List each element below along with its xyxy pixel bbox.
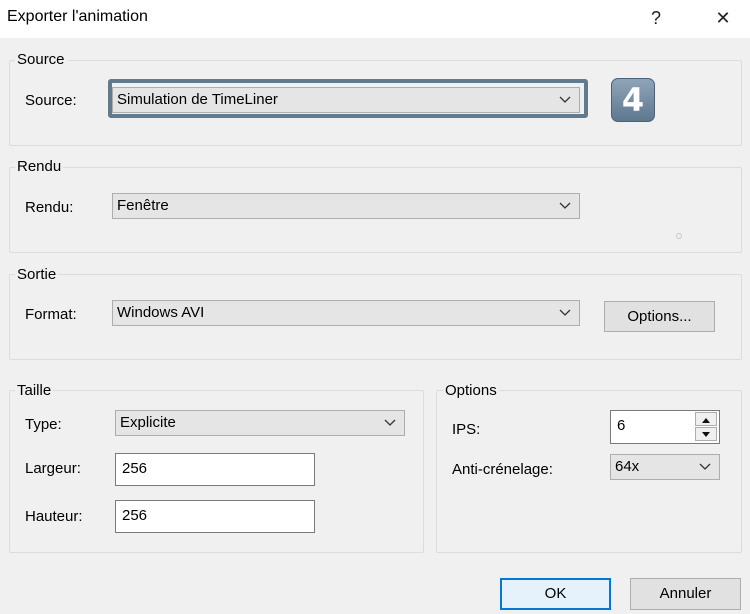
ips-decrement-button[interactable] xyxy=(695,427,717,441)
ips-value: 6 xyxy=(617,417,626,434)
dialog-body: Source Source: Simulation de TimeLiner 4… xyxy=(0,38,750,614)
anti-crenelage-label: Anti-crénelage: xyxy=(452,461,553,478)
hauteur-input[interactable]: 256 xyxy=(115,500,315,533)
options-group-label: Options xyxy=(443,382,499,399)
options-button[interactable]: Options... xyxy=(604,301,715,332)
chevron-down-icon xyxy=(559,202,571,209)
ips-label: IPS: xyxy=(452,421,481,438)
step-badge: 4 xyxy=(611,78,655,122)
type-label: Type: xyxy=(25,416,62,433)
window-title: Exporter l'animation xyxy=(7,8,148,25)
decorative-dot xyxy=(676,233,682,239)
format-dropdown[interactable]: Windows AVI xyxy=(112,300,580,326)
source-label: Source: xyxy=(25,92,77,109)
chevron-down-icon xyxy=(384,419,396,426)
chevron-down-icon xyxy=(559,309,571,316)
hauteur-label: Hauteur: xyxy=(25,508,83,525)
chevron-down-icon xyxy=(699,463,711,470)
format-value: Windows AVI xyxy=(117,304,205,321)
ips-increment-button[interactable] xyxy=(695,412,717,426)
title-bar: Exporter l'animation ? ✕ xyxy=(0,0,750,38)
close-button[interactable]: ✕ xyxy=(708,6,738,30)
largeur-value: 256 xyxy=(122,460,148,477)
anti-crenelage-dropdown[interactable]: 64x xyxy=(610,454,720,480)
chevron-down-icon xyxy=(559,96,571,103)
rendu-dropdown[interactable]: Fenêtre xyxy=(112,193,580,219)
hauteur-value: 256 xyxy=(122,507,148,524)
source-dropdown[interactable]: Simulation de TimeLiner xyxy=(112,87,580,113)
arrow-down-icon xyxy=(702,432,710,437)
arrow-up-icon xyxy=(702,418,710,423)
largeur-label: Largeur: xyxy=(25,460,81,477)
source-value: Simulation de TimeLiner xyxy=(117,91,278,108)
anti-crenelage-value: 64x xyxy=(615,458,640,475)
format-label: Format: xyxy=(25,306,77,323)
rendu-value: Fenêtre xyxy=(117,197,169,214)
type-value: Explicite xyxy=(120,414,176,431)
ok-button[interactable]: OK xyxy=(500,578,611,610)
source-group-label: Source xyxy=(15,51,67,68)
largeur-input[interactable]: 256 xyxy=(115,453,315,486)
rendu-group-label: Rendu xyxy=(15,158,64,175)
type-dropdown[interactable]: Explicite xyxy=(115,410,405,436)
sortie-group-label: Sortie xyxy=(15,266,59,283)
taille-group-label: Taille xyxy=(15,382,54,399)
rendu-label: Rendu: xyxy=(25,199,74,216)
help-button[interactable]: ? xyxy=(641,6,671,30)
cancel-button[interactable]: Annuler xyxy=(630,578,741,610)
